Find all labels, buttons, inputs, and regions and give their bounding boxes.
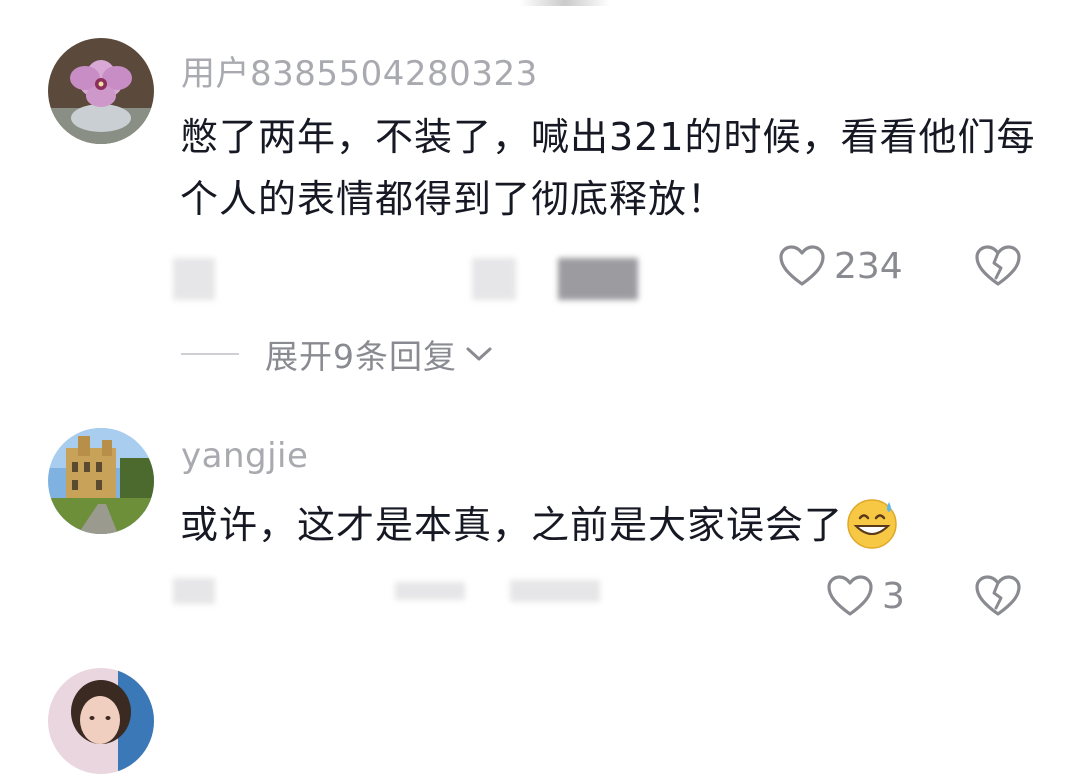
username[interactable]: yangjie <box>181 436 308 476</box>
divider-line <box>181 353 239 355</box>
expand-replies-label: 展开9条回复 <box>265 337 457 376</box>
reply-button-redacted <box>510 580 600 602</box>
comment-text-body: 或许，这才是本真，之前是大家误会了 <box>180 503 844 547</box>
user-avatar[interactable] <box>48 428 154 534</box>
comment-meta-redacted <box>173 258 215 300</box>
chevron-down-icon <box>466 347 492 361</box>
like-count: 234 <box>834 245 903 287</box>
comment-meta-redacted <box>395 582 465 600</box>
like-button[interactable]: 234 <box>778 244 903 288</box>
user-avatar[interactable] <box>48 668 154 774</box>
comment-meta-redacted <box>472 258 516 300</box>
broken-heart-icon <box>975 575 1021 616</box>
top-edge-fragment <box>520 0 610 6</box>
expand-replies-button[interactable]: 展开9条回复 <box>181 330 493 378</box>
comment-text: 或许，这才是本真，之前是大家误会了 <box>180 494 1040 556</box>
flower-avatar-icon <box>48 38 154 144</box>
castle-avatar-icon <box>48 428 154 534</box>
user-avatar[interactable] <box>48 38 154 144</box>
heart-icon <box>827 575 873 616</box>
broken-heart-icon <box>975 245 1021 286</box>
grinning-sweat-emoji-icon <box>847 498 897 549</box>
person-avatar-icon <box>48 668 154 774</box>
heart-icon <box>779 245 825 286</box>
like-button[interactable]: 3 <box>826 574 905 618</box>
username[interactable]: 用户8385504280323 <box>181 46 538 95</box>
dislike-button[interactable] <box>974 574 1022 622</box>
dislike-button[interactable] <box>974 244 1022 292</box>
like-count: 3 <box>882 575 905 617</box>
comment-meta-redacted <box>173 578 215 604</box>
reply-button-redacted <box>558 258 638 300</box>
comment-text: 憋了两年，不装了，喊出321的时候，看看他们每个人的表情都得到了彻底释放！ <box>180 115 1036 221</box>
